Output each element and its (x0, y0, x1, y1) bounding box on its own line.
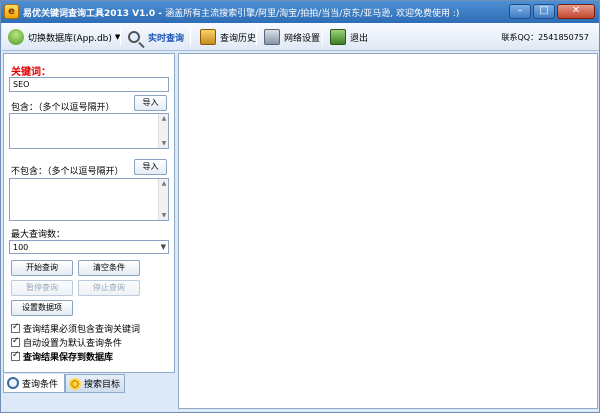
set-data-items-button[interactable]: 设置数据项 (11, 300, 73, 316)
exclude-textarea[interactable]: ▲ ▼ (9, 178, 169, 221)
network-settings-button[interactable]: 网络设置 (264, 26, 320, 48)
must-include-label: 查询结果必须包含查询关键词 (23, 325, 141, 335)
query-history-button[interactable]: 查询历史 (200, 26, 256, 48)
save-to-db-label: 查询结果保存到数据库 (23, 353, 114, 363)
search-icon (7, 377, 19, 389)
exit-button[interactable]: 退出 (330, 26, 368, 48)
exit-door-icon (330, 29, 346, 45)
checkbox-checked-icon[interactable] (11, 350, 20, 361)
close-button[interactable]: ✕ (557, 4, 595, 19)
scroll-up-icon[interactable]: ▲ (159, 179, 169, 188)
stop-query-button[interactable]: 停止查询 (78, 280, 140, 296)
tab-search-targets[interactable]: 搜索目标 (65, 374, 125, 393)
pause-query-button[interactable]: 暂停查询 (11, 280, 73, 296)
toolbar-separator (322, 28, 323, 46)
checkbox-checked-icon[interactable] (11, 322, 20, 333)
tab-query-conditions-label: 查询条件 (22, 379, 59, 390)
max-results-value: 100 (13, 243, 29, 252)
include-label: 包含：（多个以逗号隔开） (11, 103, 115, 113)
max-results-select[interactable]: 100 ▼ (9, 240, 169, 254)
window-controls: – □ ✕ (509, 4, 595, 20)
clear-conditions-button[interactable]: 清空条件 (78, 260, 140, 276)
panel-tabs: 查询条件 搜索目标 (3, 374, 175, 394)
toolbar-separator (120, 28, 121, 46)
tab-search-targets-label: 搜索目标 (84, 380, 121, 390)
set-default-label: 自动设置为默认查询条件 (23, 339, 123, 349)
chevron-down-icon: ▼ (160, 243, 166, 251)
include-textarea[interactable]: ▲ ▼ (9, 113, 169, 149)
search-icon (128, 31, 140, 43)
database-icon (8, 29, 24, 45)
network-icon (264, 29, 280, 45)
minimize-button[interactable]: – (509, 4, 531, 19)
query-history-label: 查询历史 (220, 33, 257, 44)
maximize-button[interactable]: □ (533, 4, 555, 19)
exclude-scrollbar[interactable]: ▲ ▼ (158, 179, 168, 220)
scroll-down-icon[interactable]: ▼ (159, 211, 169, 220)
tab-query-conditions[interactable]: 查询条件 (3, 374, 65, 393)
app-window: e 易优关键词查询工具2013 V1.0 - 涵盖所有主流搜索引擎/阿里/淘宝/… (0, 0, 600, 413)
window-title-subtitle: 涵盖所有主流搜索引擎/阿里/淘宝/拍拍/当当/京东/亚马逊, 欢迎免费使用 :) (165, 9, 460, 19)
exit-label: 退出 (350, 33, 369, 44)
checkbox-checked-icon[interactable] (11, 336, 20, 347)
keyword-label: 关键词： (11, 67, 51, 78)
include-import-button[interactable]: 导入 (134, 95, 167, 111)
switch-database-button[interactable]: 切换数据库(App.db) ▼ (8, 26, 120, 48)
must-include-checkbox[interactable]: 查询结果必须包含查询关键词 (11, 322, 140, 335)
window-title-main: 易优关键词查询工具2013 V1.0 - (23, 9, 166, 19)
target-icon (69, 377, 81, 390)
toolbar: 切换数据库(App.db) ▼ 实时查询 查询历史 网络设置 退出 联系QQ：2… (2, 23, 599, 51)
results-panel[interactable] (178, 53, 598, 409)
realtime-query-button[interactable]: 实时查询 (128, 26, 184, 48)
query-conditions-panel: 关键词： SEO 包含：（多个以逗号隔开） 导入 ▲ ▼ 不包含：（多个以逗号隔… (3, 53, 175, 373)
exclude-label: 不包含：（多个以逗号隔开） (11, 167, 124, 177)
max-results-label: 最大查询数： (11, 230, 66, 240)
realtime-query-label: 实时查询 (148, 33, 185, 44)
title-bar[interactable]: e 易优关键词查询工具2013 V1.0 - 涵盖所有主流搜索引擎/阿里/淘宝/… (1, 1, 599, 23)
toolbar-separator (190, 28, 191, 46)
include-scrollbar[interactable]: ▲ ▼ (158, 114, 168, 148)
history-book-icon (200, 29, 216, 45)
start-query-button[interactable]: 开始查询 (11, 260, 73, 276)
keyword-input[interactable]: SEO (9, 77, 169, 92)
window-title: 易优关键词查询工具2013 V1.0 - 涵盖所有主流搜索引擎/阿里/淘宝/拍拍… (23, 6, 459, 19)
switch-database-label: 切换数据库(App.db) (28, 33, 112, 44)
contact-qq: 联系QQ：2541850757 (501, 33, 590, 42)
set-default-checkbox[interactable]: 自动设置为默认查询条件 (11, 336, 122, 349)
save-to-db-checkbox[interactable]: 查询结果保存到数据库 (11, 350, 113, 363)
toolbar-separator (256, 28, 257, 46)
network-settings-label: 网络设置 (284, 33, 321, 44)
scroll-down-icon[interactable]: ▼ (159, 139, 169, 148)
scroll-up-icon[interactable]: ▲ (159, 114, 169, 123)
exclude-import-button[interactable]: 导入 (134, 159, 167, 175)
app-logo-icon: e (4, 4, 19, 19)
